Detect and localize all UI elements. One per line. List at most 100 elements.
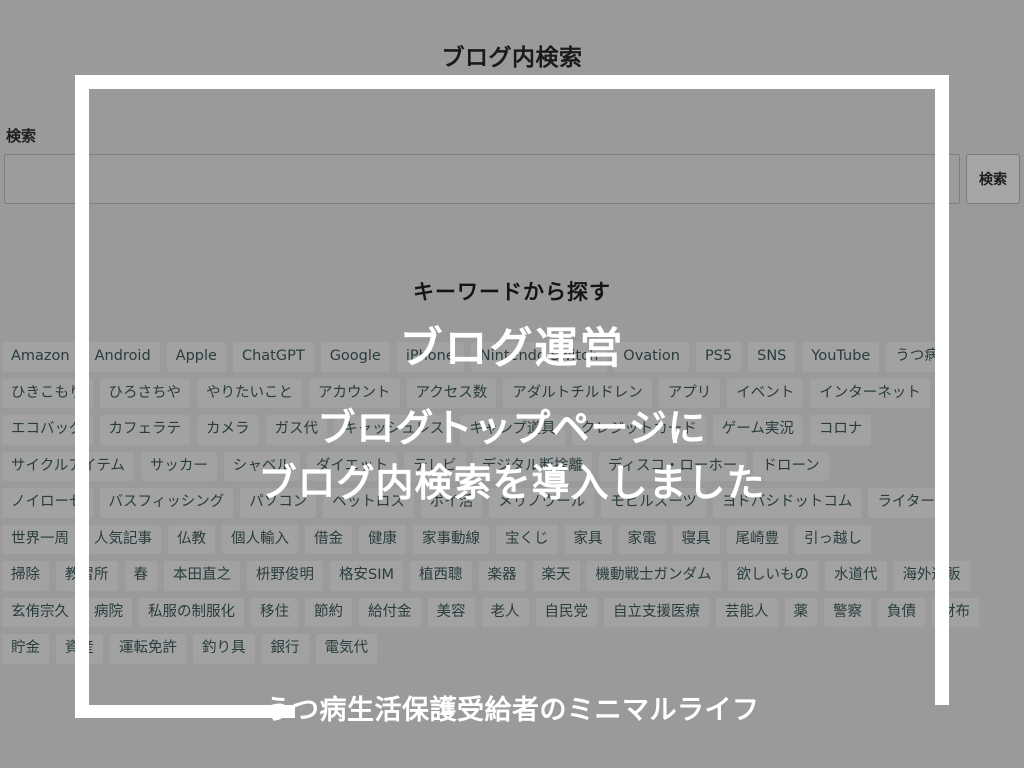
keyword-tag[interactable]: 格安SIM [330, 561, 403, 591]
keyword-tag[interactable]: ひきこもり [2, 378, 93, 408]
keyword-tag[interactable]: 機動戦士ガンダム [586, 561, 721, 591]
overlay-frame-baseline [75, 705, 295, 718]
keyword-tag[interactable]: 給付金 [359, 597, 421, 627]
keyword-tag[interactable]: 資産 [56, 634, 103, 664]
keyword-tag[interactable]: 本田直之 [164, 561, 240, 591]
keyword-tag[interactable]: テレビ [404, 451, 466, 481]
keyword-tag[interactable]: 世界一周 [2, 524, 78, 554]
keyword-tag[interactable]: 私服の制服化 [139, 597, 244, 627]
keyword-tag[interactable]: 貯金 [2, 634, 49, 664]
keyword-tag[interactable]: ディスコ・ローホー [598, 451, 747, 481]
keyword-tag[interactable]: 病院 [85, 597, 132, 627]
tag-row: サイクルアイテム サッカー シャベル ダイエット テレビ デジタル断捨離 ディスコ・ローホー… [2, 451, 1022, 481]
keyword-tag[interactable]: キャンプ道具 [460, 415, 565, 445]
keyword-tag[interactable]: 引っ越し [795, 524, 871, 554]
keyword-tag[interactable]: 自立支援医療 [604, 597, 709, 627]
keyword-tag[interactable]: 美容 [427, 597, 475, 627]
keyword-tag[interactable]: 水道代 [825, 561, 887, 591]
keyword-tag[interactable]: 薬 [784, 597, 817, 627]
keyword-tag[interactable]: 寝具 [672, 524, 720, 554]
keyword-tag[interactable]: 電気代 [315, 634, 377, 664]
keyword-tag[interactable]: バスフィッシング [99, 488, 234, 518]
keyword-tag[interactable]: ライター [868, 488, 944, 518]
keyword-tag[interactable]: ドローン [753, 451, 829, 481]
keyword-tag[interactable]: Google [320, 342, 390, 372]
keyword-tag[interactable]: ノイローゼ [2, 488, 93, 518]
keyword-tag[interactable]: 家電 [618, 524, 666, 554]
keyword-tag[interactable]: 個人輸入 [222, 524, 298, 554]
keyword-tag[interactable]: PS5 [695, 342, 742, 372]
keyword-tag[interactable]: 運転免許 [110, 634, 186, 664]
keyword-tag[interactable]: 警察 [824, 597, 871, 627]
keyword-tag[interactable]: サイクルアイテム [2, 451, 134, 481]
keyword-tag[interactable]: シャベル [223, 451, 300, 481]
keyword-tag[interactable]: 健康 [359, 524, 406, 554]
keyword-tag[interactable]: 銀行 [261, 634, 309, 664]
keyword-tag[interactable]: モビルスーツ [601, 488, 706, 518]
keyword-tag[interactable]: 人気記事 [85, 524, 161, 554]
keyword-tag[interactable]: 掃除 [2, 561, 49, 591]
keyword-tag[interactable]: エコバッグ [2, 415, 93, 445]
keyword-tag[interactable]: 釣り具 [193, 634, 255, 664]
keyword-tag[interactable]: ポイ活 [420, 488, 483, 518]
keyword-tag[interactable]: 尾崎豊 [726, 524, 788, 554]
keyword-tag[interactable]: デジタル断捨離 [472, 451, 592, 481]
keyword-tag[interactable]: ゲーム実況 [712, 415, 803, 445]
keyword-tag[interactable]: 枡野俊明 [247, 561, 323, 591]
keyword-tag[interactable]: コロナ [809, 415, 872, 445]
keyword-tag[interactable]: ダイエット [306, 451, 398, 481]
search-submit-button[interactable]: 検索 [966, 154, 1020, 204]
keyword-tag[interactable]: 楽器 [478, 561, 526, 591]
keyword-tag[interactable]: ChatGPT [232, 342, 314, 372]
keyword-tag[interactable]: 植西聰 [410, 561, 472, 591]
keyword-tag[interactable]: カフェラテ [99, 415, 190, 445]
keyword-tag[interactable]: 移住 [251, 597, 298, 627]
keyword-tag[interactable]: 海外通販 [893, 561, 970, 591]
keyword-tag[interactable]: 仏教 [168, 524, 215, 554]
keyword-tag[interactable]: 玄侑宗久 [2, 597, 78, 627]
keyword-tag[interactable]: カメラ [197, 415, 259, 445]
keyword-tag[interactable]: ガス代 [265, 415, 327, 445]
keyword-tag[interactable]: アダルトチルドレン [503, 378, 652, 408]
keyword-tag[interactable]: うつ病 [886, 342, 948, 372]
keyword-tag[interactable]: インターネット [810, 378, 930, 408]
keyword-tag[interactable]: パソコン [240, 488, 317, 518]
keyword-tag[interactable]: アプリ [658, 378, 721, 408]
keyword-tag[interactable]: サッカー [140, 451, 217, 481]
keyword-tag[interactable]: イベント [727, 378, 804, 408]
keyword-tag[interactable]: ひろさちや [99, 378, 190, 408]
keyword-tag[interactable]: 家事動線 [413, 524, 489, 554]
keyword-tag[interactable]: iPhone [396, 342, 464, 372]
tag-row: エコバッグ カフェラテ カメラ ガス代 キャッシュレス キャンプ道具 クレジットカード ゲーム… [2, 415, 1022, 445]
keyword-tag[interactable]: 教習所 [56, 561, 118, 591]
search-input[interactable] [4, 154, 960, 204]
keyword-tag[interactable]: 節約 [305, 597, 352, 627]
keyword-tag[interactable]: 借金 [305, 524, 352, 554]
keyword-tag[interactable]: メリノウール [489, 488, 595, 518]
keyword-section-heading: キーワードから探す [413, 280, 611, 304]
keyword-tag[interactable]: Apple [166, 342, 226, 372]
keyword-tag[interactable]: Nintendo Switch [470, 342, 608, 372]
keyword-tag[interactable]: Amazon [2, 342, 79, 372]
keyword-tag[interactable]: 自民党 [535, 597, 597, 627]
keyword-tag[interactable]: 春 [124, 561, 157, 591]
keyword-tag[interactable]: 家具 [564, 524, 612, 554]
keyword-tag[interactable]: 老人 [481, 597, 529, 627]
keyword-tag[interactable]: 楽天 [532, 561, 580, 591]
keyword-tag[interactable]: 芸能人 [716, 597, 778, 627]
keyword-tag[interactable]: SNS [748, 342, 796, 372]
keyword-tag[interactable]: 宝くじ [496, 524, 558, 554]
keyword-tag[interactable]: 欲しいもの [727, 561, 818, 591]
keyword-tag[interactable]: キャッシュレス [334, 415, 454, 445]
keyword-tag[interactable]: クレジットカード [571, 415, 706, 445]
keyword-tag[interactable]: アカウント [309, 378, 400, 408]
keyword-tag[interactable]: YouTube [802, 342, 880, 372]
keyword-tag[interactable]: Android [85, 342, 160, 372]
keyword-tag[interactable]: ペットロス [323, 488, 414, 518]
keyword-tag[interactable]: 負債 [878, 597, 925, 627]
keyword-tag[interactable]: やりたいこと [197, 378, 302, 408]
keyword-tag[interactable]: Ovation [614, 342, 689, 372]
keyword-tag[interactable]: アクセス数 [406, 378, 497, 408]
keyword-tag[interactable]: ヨドバシドットコム [712, 488, 862, 518]
keyword-tag[interactable]: 財布 [932, 597, 979, 627]
